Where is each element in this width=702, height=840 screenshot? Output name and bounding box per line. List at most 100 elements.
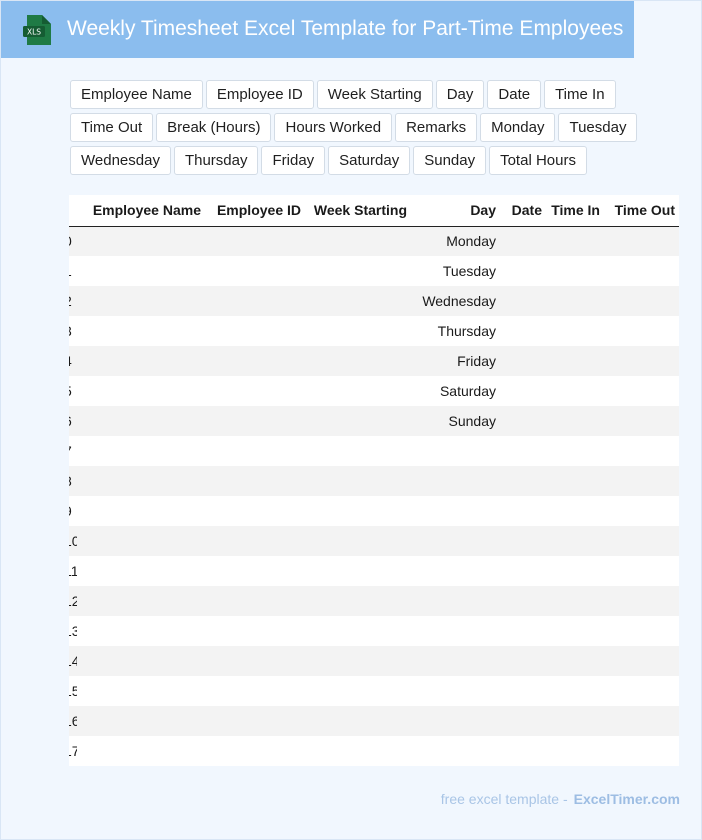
employee-name-cell[interactable] (77, 256, 205, 286)
time-out-cell[interactable] (604, 286, 679, 316)
time-out-cell[interactable] (604, 676, 679, 706)
column-tag-chip[interactable]: Hours Worked (274, 113, 393, 142)
time-in-cell[interactable] (546, 496, 604, 526)
date-cell[interactable] (500, 226, 546, 256)
day-cell[interactable] (411, 646, 500, 676)
employee-name-cell[interactable] (77, 706, 205, 736)
column-tag-chip[interactable]: Date (487, 80, 542, 109)
day-cell[interactable]: Monday (411, 226, 500, 256)
employee-id-cell[interactable] (205, 316, 305, 346)
row-index-cell[interactable]: 2 (69, 286, 77, 316)
week-starting-cell[interactable] (305, 736, 411, 766)
employee-id-cell[interactable] (205, 406, 305, 436)
day-cell[interactable] (411, 556, 500, 586)
col-employee-name-header[interactable]: Employee Name (77, 195, 205, 227)
time-out-cell[interactable] (604, 646, 679, 676)
week-starting-cell[interactable] (305, 676, 411, 706)
employee-id-cell[interactable] (205, 346, 305, 376)
employee-name-cell[interactable] (77, 346, 205, 376)
employee-id-cell[interactable] (205, 526, 305, 556)
row-index-cell[interactable]: 7 (69, 436, 77, 466)
date-cell[interactable] (500, 466, 546, 496)
day-cell[interactable] (411, 676, 500, 706)
time-in-cell[interactable] (546, 526, 604, 556)
day-cell[interactable]: Thursday (411, 316, 500, 346)
col-index-header[interactable] (69, 195, 77, 227)
employee-id-cell[interactable] (205, 466, 305, 496)
time-out-cell[interactable] (604, 556, 679, 586)
column-tag-chip[interactable]: Employee ID (205, 80, 314, 109)
time-in-cell[interactable] (546, 646, 604, 676)
col-employee-id-header[interactable]: Employee ID (205, 195, 305, 227)
column-tag-chip[interactable]: Time Out (70, 113, 154, 142)
time-out-cell[interactable] (604, 736, 679, 766)
employee-name-cell[interactable] (77, 436, 205, 466)
day-cell[interactable] (411, 616, 500, 646)
week-starting-cell[interactable] (305, 646, 411, 676)
date-cell[interactable] (500, 646, 546, 676)
row-index-cell[interactable]: 8 (69, 466, 77, 496)
row-index-cell[interactable]: 4 (69, 346, 77, 376)
row-index-cell[interactable]: 15 (69, 676, 77, 706)
date-cell[interactable] (500, 346, 546, 376)
week-starting-cell[interactable] (305, 616, 411, 646)
row-index-cell[interactable]: 16 (69, 706, 77, 736)
time-out-cell[interactable] (604, 526, 679, 556)
week-starting-cell[interactable] (305, 256, 411, 286)
col-date-header[interactable]: Date (500, 195, 546, 227)
week-starting-cell[interactable] (305, 586, 411, 616)
time-in-cell[interactable] (546, 346, 604, 376)
employee-name-cell[interactable] (77, 226, 205, 256)
employee-id-cell[interactable] (205, 376, 305, 406)
time-out-cell[interactable] (604, 346, 679, 376)
date-cell[interactable] (500, 676, 546, 706)
date-cell[interactable] (500, 526, 546, 556)
column-tag-chip[interactable]: Thursday (173, 146, 259, 175)
date-cell[interactable] (500, 376, 546, 406)
week-starting-cell[interactable] (305, 226, 411, 256)
day-cell[interactable] (411, 526, 500, 556)
time-in-cell[interactable] (546, 256, 604, 286)
col-time-in-header[interactable]: Time In (546, 195, 604, 227)
col-week-starting-header[interactable]: Week Starting (305, 195, 411, 227)
time-out-cell[interactable] (604, 706, 679, 736)
row-index-cell[interactable]: 5 (69, 376, 77, 406)
column-tag-chip[interactable]: Employee Name (70, 80, 203, 109)
date-cell[interactable] (500, 496, 546, 526)
date-cell[interactable] (500, 586, 546, 616)
week-starting-cell[interactable] (305, 556, 411, 586)
time-in-cell[interactable] (546, 286, 604, 316)
day-cell[interactable] (411, 706, 500, 736)
row-index-cell[interactable]: 9 (69, 496, 77, 526)
col-time-out-header[interactable]: Time Out (604, 195, 679, 227)
time-out-cell[interactable] (604, 436, 679, 466)
time-out-cell[interactable] (604, 616, 679, 646)
time-in-cell[interactable] (546, 706, 604, 736)
week-starting-cell[interactable] (305, 346, 411, 376)
employee-id-cell[interactable] (205, 706, 305, 736)
employee-id-cell[interactable] (205, 646, 305, 676)
week-starting-cell[interactable] (305, 466, 411, 496)
employee-id-cell[interactable] (205, 556, 305, 586)
row-index-cell[interactable]: 3 (69, 316, 77, 346)
column-tag-chip[interactable]: Sunday (413, 146, 487, 175)
row-index-cell[interactable]: 11 (69, 556, 77, 586)
employee-name-cell[interactable] (77, 556, 205, 586)
day-cell[interactable] (411, 466, 500, 496)
week-starting-cell[interactable] (305, 436, 411, 466)
time-out-cell[interactable] (604, 466, 679, 496)
day-cell[interactable] (411, 586, 500, 616)
col-day-header[interactable]: Day (411, 195, 500, 227)
column-tag-chip[interactable]: Tuesday (558, 113, 638, 142)
time-in-cell[interactable] (546, 316, 604, 346)
date-cell[interactable] (500, 616, 546, 646)
time-in-cell[interactable] (546, 226, 604, 256)
time-out-cell[interactable] (604, 226, 679, 256)
time-in-cell[interactable] (546, 676, 604, 706)
employee-name-cell[interactable] (77, 526, 205, 556)
time-in-cell[interactable] (546, 436, 604, 466)
date-cell[interactable] (500, 736, 546, 766)
column-tag-chip[interactable]: Day (435, 80, 485, 109)
employee-id-cell[interactable] (205, 586, 305, 616)
employee-id-cell[interactable] (205, 286, 305, 316)
